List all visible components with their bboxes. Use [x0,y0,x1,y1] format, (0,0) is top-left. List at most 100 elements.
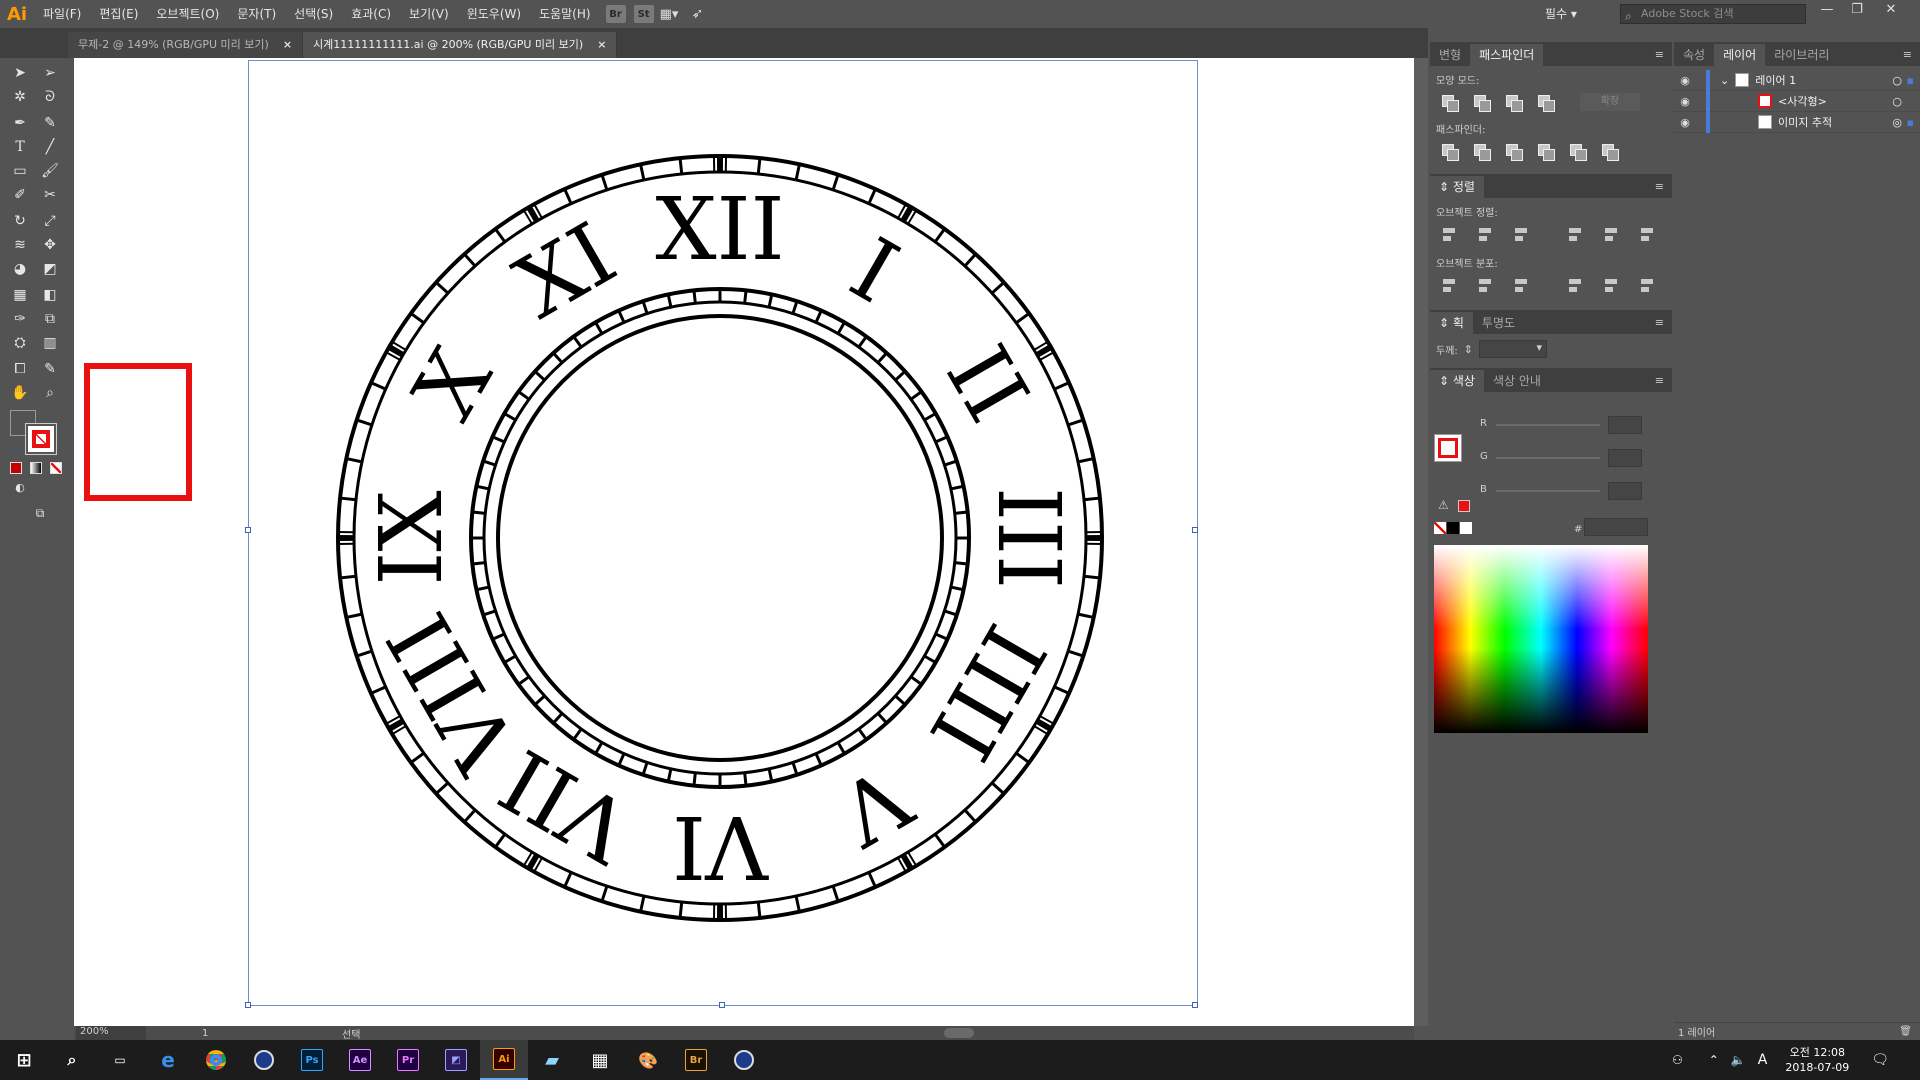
clock-face-artwork[interactable]: XII IIIIIIIIIIVVIVIIVIIIIXXXI [320,138,1120,938]
tab-pathfinder[interactable]: 패스파인더 [1470,44,1544,66]
g-value-input[interactable] [1608,449,1642,467]
menu-help[interactable]: 도움말(H) [530,0,600,28]
layer-row[interactable]: ◉ <사각형> ○ [1674,90,1920,112]
stepper-icon[interactable]: ⇕ [1464,343,1473,356]
expand-button[interactable]: 확장 [1580,93,1640,111]
tab-layers[interactable]: 레이어 [1714,44,1766,66]
crop-icon[interactable] [1536,142,1555,161]
color-fill-stroke-swatch[interactable] [1434,434,1462,462]
aftereffects-taskbar-icon[interactable]: Ae [336,1040,384,1080]
divide-icon[interactable] [1440,142,1459,161]
hand-tool-icon[interactable]: ✋ [8,382,32,404]
stroke-swatch[interactable] [26,424,56,454]
stroke-weight-input[interactable]: ▾ [1479,340,1547,358]
panel-menu-icon[interactable]: ≡ [1647,370,1672,392]
scissors-icon[interactable]: ✂ [38,184,62,206]
unite-icon[interactable] [1440,93,1459,112]
workspace-switcher[interactable]: 필수 ▾ [1545,0,1577,28]
panel-menu-icon[interactable]: ≡ [1647,312,1672,334]
mesh-tool-icon[interactable]: ▦ [8,284,32,306]
vertical-scrollbar[interactable] [1414,58,1428,1026]
stock-button[interactable]: St [633,5,654,23]
selection-handle[interactable] [245,1002,251,1008]
menu-edit[interactable]: 편집(E) [90,0,147,28]
calculator-icon[interactable]: ▦ [576,1040,624,1080]
selection-square-icon[interactable]: ▪ [1907,116,1914,129]
arrange-documents-icon[interactable]: ▦▾ [660,7,688,22]
slice-tool-icon[interactable]: ✎ [38,358,62,380]
distribute-right-icon[interactable] [1638,276,1658,296]
visibility-eye-icon[interactable]: ◉ [1674,95,1696,108]
perspective-grid-icon[interactable]: ◩ [38,258,62,280]
align-right-icon[interactable] [1512,225,1532,245]
out-of-gamut-icon[interactable]: ⚠ [1438,498,1449,512]
out-of-gamut-swatch[interactable] [1458,500,1470,512]
artboard-tool-icon[interactable]: ⧠ [8,358,32,380]
close-tab-icon[interactable]: × [597,32,606,58]
ime-indicator[interactable]: A [1758,1052,1768,1068]
stock-search-input[interactable]: ⌕ Adobe Stock 검색 [1620,4,1806,24]
blend-tool-icon[interactable]: ⧉ [38,308,62,330]
target-circle-icon[interactable]: ◎ [1892,116,1902,129]
menu-type[interactable]: 문자(T) [228,0,285,28]
menu-object[interactable]: 오브젝트(O) [147,0,228,28]
notification-icon[interactable]: 🗨 [1871,1052,1889,1068]
bridge-taskbar-icon[interactable]: Br [672,1040,720,1080]
align-bottom-icon[interactable] [1638,225,1658,245]
curvature-tool-icon[interactable]: ✎ [38,112,62,134]
layer-name[interactable]: 이미지 추적 [1778,114,1832,130]
distribute-top-icon[interactable] [1440,276,1460,296]
type-tool-icon[interactable]: T [8,136,32,158]
tab-color[interactable]: ⇕ 색상 [1430,370,1484,392]
selection-handle[interactable] [1192,527,1198,533]
illustrator-taskbar-icon[interactable]: Ai [480,1040,528,1080]
edge-browser-icon[interactable]: e [144,1040,192,1080]
pen-tool-icon[interactable]: ✒ [8,112,32,134]
none-swatch[interactable] [1434,522,1446,534]
selection-handle[interactable] [245,527,251,533]
layer-row[interactable]: ◉ 이미지 추적 ◎ ▪ [1674,111,1920,133]
app-taskbar-icon[interactable]: ◩ [432,1040,480,1080]
merge-icon[interactable] [1504,142,1523,161]
cinema4d-icon[interactable] [240,1040,288,1080]
trash-icon[interactable]: 🗑 [1899,1026,1912,1037]
line-tool-icon[interactable]: ╱ [38,136,62,158]
volume-icon[interactable]: 🔈 [1731,1053,1746,1067]
gradient-tool-icon[interactable]: ◧ [38,284,62,306]
panel-menu-icon[interactable]: ≡ [1895,44,1920,66]
selection-handle[interactable] [1192,1002,1198,1008]
menu-window[interactable]: 윈도우(W) [458,0,530,28]
photoshop-taskbar-icon[interactable]: Ps [288,1040,336,1080]
minus-front-icon[interactable] [1472,93,1491,112]
distribute-bottom-icon[interactable] [1512,276,1532,296]
panel-menu-icon[interactable]: ≡ [1647,176,1672,198]
search-icon[interactable]: ⌕ [48,1040,96,1080]
tab-transform[interactable]: 변형 [1430,44,1470,66]
puppet-warp-icon[interactable]: ✥ [38,234,62,256]
color-spectrum[interactable] [1434,545,1648,733]
zoom-tool-icon[interactable]: ⌕ [38,382,62,404]
align-top-icon[interactable] [1566,225,1586,245]
align-hcenter-icon[interactable] [1476,225,1496,245]
draw-mode-icon[interactable]: ◐ [8,476,32,498]
target-circle-icon[interactable]: ○ [1892,95,1902,108]
selection-handle[interactable] [719,1002,725,1008]
distribute-hcenter-icon[interactable] [1602,276,1622,296]
tab-stroke[interactable]: ⇕ 획 [1430,312,1473,334]
align-vcenter-icon[interactable] [1602,225,1622,245]
outline-icon[interactable] [1568,142,1587,161]
b-value-input[interactable] [1608,482,1642,500]
menu-select[interactable]: 선택(S) [285,0,342,28]
tab-properties[interactable]: 속성 [1674,44,1714,66]
distribute-left-icon[interactable] [1566,276,1586,296]
visibility-eye-icon[interactable]: ◉ [1674,74,1696,87]
target-circle-icon[interactable]: ○ [1892,74,1902,87]
layer-name[interactable]: 레이어 1 [1755,72,1796,88]
warp-tool-icon[interactable]: ≋ [8,234,32,256]
menu-view[interactable]: 보기(V) [400,0,458,28]
chevron-up-icon[interactable]: ⌃ [1709,1053,1719,1067]
black-swatch[interactable] [1447,522,1459,534]
screen-mode-icon[interactable]: ⧉ [28,502,52,524]
minimize-button[interactable]: — [1812,0,1842,22]
r-value-input[interactable] [1608,416,1642,434]
